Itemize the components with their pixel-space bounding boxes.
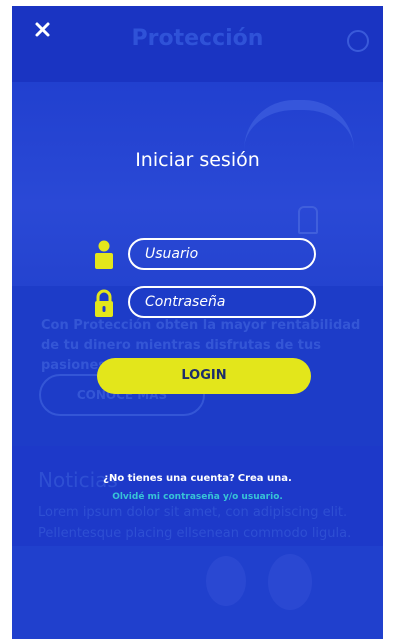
news-photo bbox=[12, 546, 383, 639]
news-body: Lorem ipsum dolor sit amet, con adipisci… bbox=[38, 505, 352, 541]
signup-line: ¿No tienes una cuenta? Crea una. bbox=[12, 473, 383, 484]
close-icon[interactable] bbox=[32, 18, 54, 40]
signup-link[interactable]: Crea una. bbox=[238, 473, 292, 484]
news-photo-person bbox=[206, 556, 246, 606]
password-input[interactable]: Contraseña bbox=[128, 286, 316, 318]
background-page: Protección Con Protección obten la mayor… bbox=[12, 6, 383, 639]
username-row: Usuario bbox=[92, 238, 317, 272]
background-page-title: Protección bbox=[131, 26, 264, 51]
login-button[interactable]: LOGIN bbox=[97, 358, 311, 394]
background-header: Protección bbox=[12, 6, 383, 82]
hero-figure-graphic bbox=[298, 206, 318, 234]
lock-icon bbox=[92, 288, 116, 318]
password-row: Contraseña bbox=[92, 286, 317, 320]
login-title: Iniciar sesión bbox=[135, 149, 260, 171]
profile-icon bbox=[347, 30, 369, 52]
forgot-password-link[interactable]: Olvidé mi contraseña y/o usuario. bbox=[12, 492, 383, 502]
phone-screen: Protección Con Protección obten la mayor… bbox=[12, 6, 383, 639]
news-photo-person bbox=[268, 554, 312, 610]
username-input[interactable]: Usuario bbox=[128, 238, 316, 270]
user-icon bbox=[92, 240, 116, 270]
signup-prompt: ¿No tienes una cuenta? bbox=[103, 473, 235, 484]
